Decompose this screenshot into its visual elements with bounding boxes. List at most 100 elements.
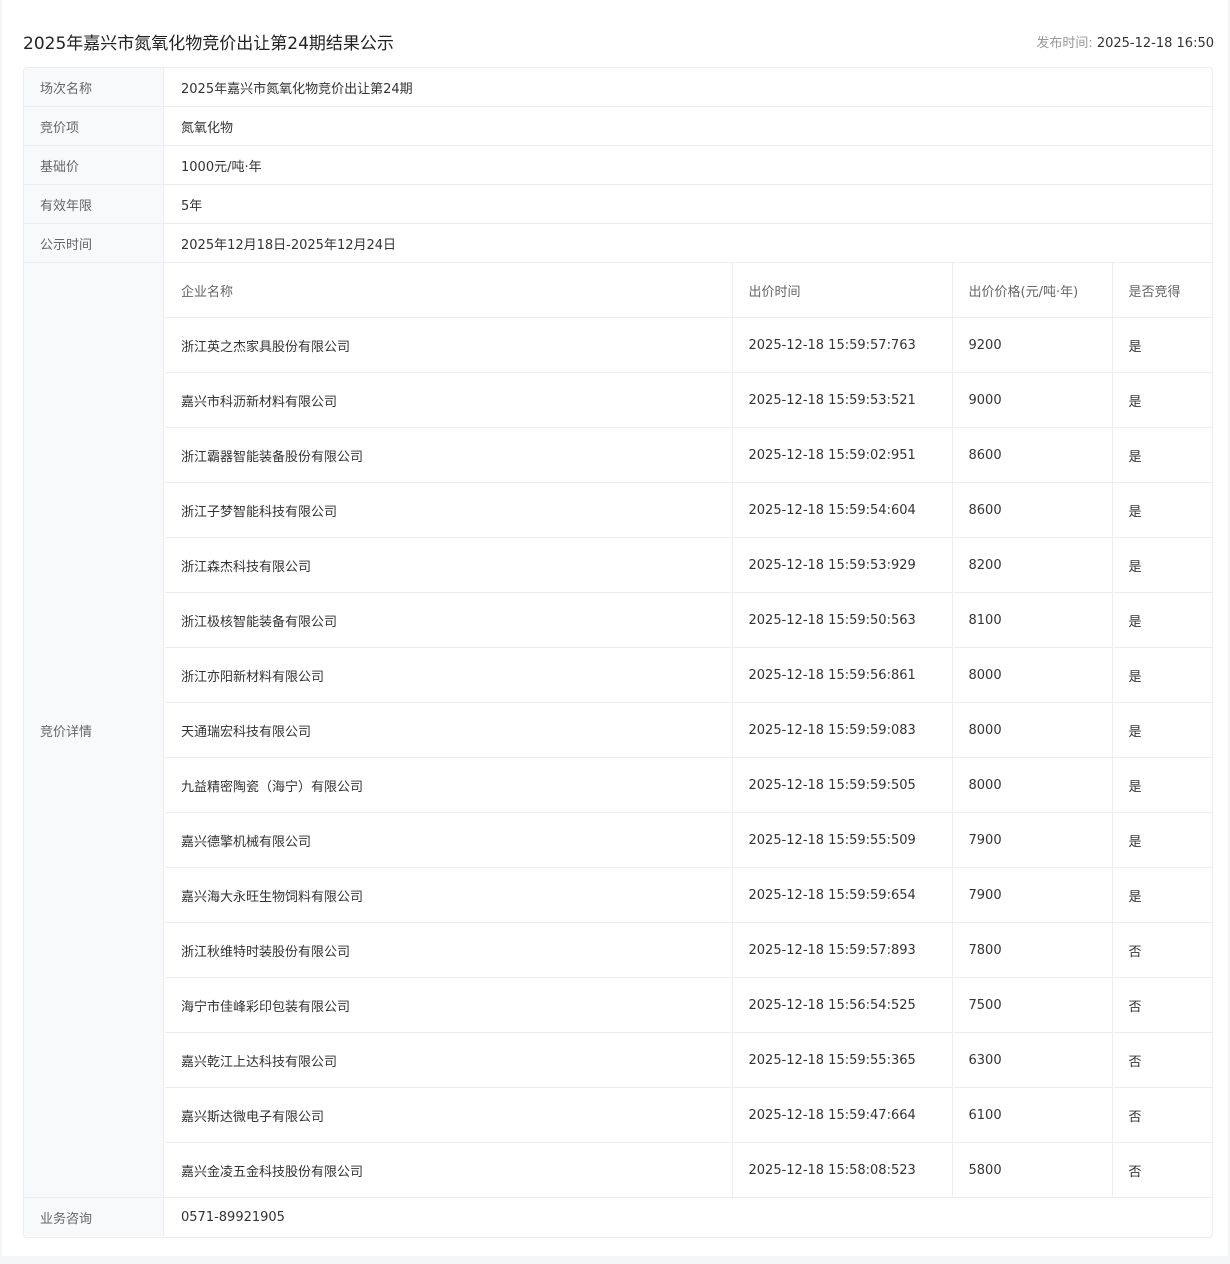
bid-time: 2025-12-18 15:59:53:521 bbox=[732, 372, 953, 428]
info-row-publicity-period: 公示时间 2025年12月18日-2025年12月24日 bbox=[24, 224, 1212, 263]
table-row: 嘉兴金凌五金科技股份有限公司 2025-12-18 15:58:08:523 580… bbox=[165, 1142, 1212, 1197]
table-row: 浙江极核智能装备有限公司 2025-12-18 15:59:50:563 8100 是 bbox=[165, 592, 1212, 648]
won-status: 否 bbox=[1112, 1142, 1212, 1197]
bid-time: 2025-12-18 15:59:57:763 bbox=[732, 317, 953, 373]
company-name: 浙江亦阳新材料有限公司 bbox=[165, 647, 733, 703]
page-title: 2025年嘉兴市氮氧化物竞价出让第24期结果公示 bbox=[23, 34, 394, 54]
bid-time: 2025-12-18 15:59:59:654 bbox=[732, 867, 953, 923]
company-name: 海宁市佳峰彩印包装有限公司 bbox=[165, 977, 733, 1033]
info-key: 有效年限 bbox=[24, 185, 164, 223]
won-status: 是 bbox=[1112, 702, 1212, 758]
table-row: 浙江亦阳新材料有限公司 2025-12-18 15:59:56:861 8000 是 bbox=[165, 647, 1212, 703]
won-status: 是 bbox=[1112, 757, 1212, 813]
bid-time: 2025-12-18 15:56:54:525 bbox=[732, 977, 953, 1033]
company-name: 嘉兴市科沥新材料有限公司 bbox=[165, 372, 733, 428]
bid-price: 9000 bbox=[952, 372, 1113, 428]
company-name: 嘉兴海大永旺生物饲料有限公司 bbox=[165, 867, 733, 923]
won-status: 否 bbox=[1112, 1032, 1212, 1088]
publish-time: 发布时间: 2025-12-18 16:50 bbox=[1036, 30, 1214, 58]
header: 2025年嘉兴市氮氧化物竞价出让第24期结果公示 发布时间: 2025-12-1… bbox=[23, 30, 1214, 58]
contact-key: 业务咨询 bbox=[24, 1198, 164, 1236]
company-name: 浙江秋维特时装股份有限公司 bbox=[165, 922, 733, 978]
info-row-item: 竞价项 氮氧化物 bbox=[24, 107, 1212, 146]
bid-time: 2025-12-18 15:59:57:893 bbox=[732, 922, 953, 978]
table-row: 嘉兴市科沥新材料有限公司 2025-12-18 15:59:53:521 9000 是 bbox=[165, 372, 1212, 428]
result-card: 场次名称 2025年嘉兴市氮氧化物竞价出让第24期 竞价项 氮氧化物 基础价 1… bbox=[23, 67, 1213, 1238]
table-row: 浙江英之杰家具股份有限公司 2025-12-18 15:59:57:763 9200… bbox=[165, 317, 1212, 373]
company-name: 九益精密陶瓷（海宁）有限公司 bbox=[165, 757, 733, 813]
company-name: 浙江子梦智能科技有限公司 bbox=[165, 482, 733, 538]
table-row: 浙江霸器智能装备股份有限公司 2025-12-18 15:59:02:951 860… bbox=[165, 427, 1212, 483]
won-status: 是 bbox=[1112, 812, 1212, 868]
table-row: 嘉兴德擎机械有限公司 2025-12-18 15:59:55:509 7900 是 bbox=[165, 812, 1212, 868]
bid-price: 7900 bbox=[952, 867, 1113, 923]
info-value: 1000元/吨·年 bbox=[181, 159, 262, 175]
bid-price: 8000 bbox=[952, 647, 1113, 703]
info-key: 基础价 bbox=[24, 146, 164, 184]
bid-price: 8100 bbox=[952, 592, 1113, 648]
page: 2025年嘉兴市氮氧化物竞价出让第24期结果公示 发布时间: 2025-12-1… bbox=[2, 0, 1228, 1256]
won-status: 是 bbox=[1112, 537, 1212, 593]
bid-time: 2025-12-18 15:59:55:509 bbox=[732, 812, 953, 868]
info-row-validity: 有效年限 5年 bbox=[24, 185, 1212, 224]
won-status: 否 bbox=[1112, 922, 1212, 978]
bid-price: 8600 bbox=[952, 482, 1113, 538]
company-name: 浙江森杰科技有限公司 bbox=[165, 537, 733, 593]
bid-details-row: 竞价详情 企业名称 出价时间 出价价格(元/吨·年) 是否竞得 浙江英之杰家具股… bbox=[24, 263, 1212, 1198]
bid-table: 企业名称 出价时间 出价价格(元/吨·年) 是否竞得 浙江英之杰家具股份有限公司… bbox=[165, 263, 1212, 1197]
table-row: 浙江子梦智能科技有限公司 2025-12-18 15:59:54:604 8600 是 bbox=[165, 482, 1212, 538]
info-row-session: 场次名称 2025年嘉兴市氮氧化物竞价出让第24期 bbox=[24, 68, 1212, 107]
table-row: 嘉兴斯达微电子有限公司 2025-12-18 15:59:47:664 6100 否 bbox=[165, 1087, 1212, 1143]
bid-price: 6100 bbox=[952, 1087, 1113, 1143]
bid-price: 7900 bbox=[952, 812, 1113, 868]
bid-time: 2025-12-18 15:59:53:929 bbox=[732, 537, 953, 593]
table-row: 浙江秋维特时装股份有限公司 2025-12-18 15:59:57:893 7800… bbox=[165, 922, 1212, 978]
bid-price: 7800 bbox=[952, 922, 1113, 978]
won-status: 是 bbox=[1112, 592, 1212, 648]
bid-time: 2025-12-18 15:59:47:664 bbox=[732, 1087, 953, 1143]
won-status: 是 bbox=[1112, 427, 1212, 483]
won-status: 否 bbox=[1112, 977, 1212, 1033]
bid-price: 8000 bbox=[952, 757, 1113, 813]
bid-time: 2025-12-18 15:59:02:951 bbox=[732, 427, 953, 483]
company-name: 嘉兴德擎机械有限公司 bbox=[165, 812, 733, 868]
company-name: 浙江英之杰家具股份有限公司 bbox=[165, 317, 733, 373]
won-status: 否 bbox=[1112, 1087, 1212, 1143]
company-name: 嘉兴金凌五金科技股份有限公司 bbox=[165, 1142, 733, 1197]
contact-phone: 0571-89921905 bbox=[181, 1209, 285, 1225]
column-header-company: 企业名称 bbox=[165, 263, 733, 318]
bid-time: 2025-12-18 15:59:50:563 bbox=[732, 592, 953, 648]
bid-price: 6300 bbox=[952, 1032, 1113, 1088]
table-row: 嘉兴海大永旺生物饲料有限公司 2025-12-18 15:59:59:654 790… bbox=[165, 867, 1212, 923]
column-header-bid-time: 出价时间 bbox=[732, 263, 953, 318]
bid-time: 2025-12-18 15:59:55:365 bbox=[732, 1032, 953, 1088]
won-status: 是 bbox=[1112, 482, 1212, 538]
info-row-base-price: 基础价 1000元/吨·年 bbox=[24, 146, 1212, 185]
won-status: 是 bbox=[1112, 317, 1212, 373]
company-name: 天通瑞宏科技有限公司 bbox=[165, 702, 733, 758]
publish-time-label: 发布时间: bbox=[1036, 36, 1097, 51]
company-name: 嘉兴乾江上达科技有限公司 bbox=[165, 1032, 733, 1088]
column-header-won: 是否竞得 bbox=[1112, 263, 1212, 318]
won-status: 是 bbox=[1112, 372, 1212, 428]
table-row: 浙江森杰科技有限公司 2025-12-18 15:59:53:929 8200 是 bbox=[165, 537, 1212, 593]
bid-table-header: 企业名称 出价时间 出价价格(元/吨·年) 是否竞得 bbox=[165, 263, 1212, 318]
company-name: 浙江极核智能装备有限公司 bbox=[165, 592, 733, 648]
column-header-bid-price: 出价价格(元/吨·年) bbox=[952, 263, 1113, 318]
bid-time: 2025-12-18 15:59:54:604 bbox=[732, 482, 953, 538]
info-value: 5年 bbox=[181, 198, 203, 214]
publish-time-value: 2025-12-18 16:50 bbox=[1096, 36, 1214, 51]
bid-price: 8000 bbox=[952, 702, 1113, 758]
table-row: 九益精密陶瓷（海宁）有限公司 2025-12-18 15:59:59:505 800… bbox=[165, 757, 1212, 813]
company-name: 嘉兴斯达微电子有限公司 bbox=[165, 1087, 733, 1143]
info-key: 场次名称 bbox=[24, 68, 164, 106]
bid-price: 7500 bbox=[952, 977, 1113, 1033]
bid-time: 2025-12-18 15:58:08:523 bbox=[732, 1142, 953, 1197]
won-status: 是 bbox=[1112, 867, 1212, 923]
bid-price: 9200 bbox=[952, 317, 1113, 373]
info-value: 2025年嘉兴市氮氧化物竞价出让第24期 bbox=[181, 81, 413, 97]
info-key: 公示时间 bbox=[24, 224, 164, 262]
bid-price: 5800 bbox=[952, 1142, 1113, 1197]
won-status: 是 bbox=[1112, 647, 1212, 703]
bid-time: 2025-12-18 15:59:59:505 bbox=[732, 757, 953, 813]
